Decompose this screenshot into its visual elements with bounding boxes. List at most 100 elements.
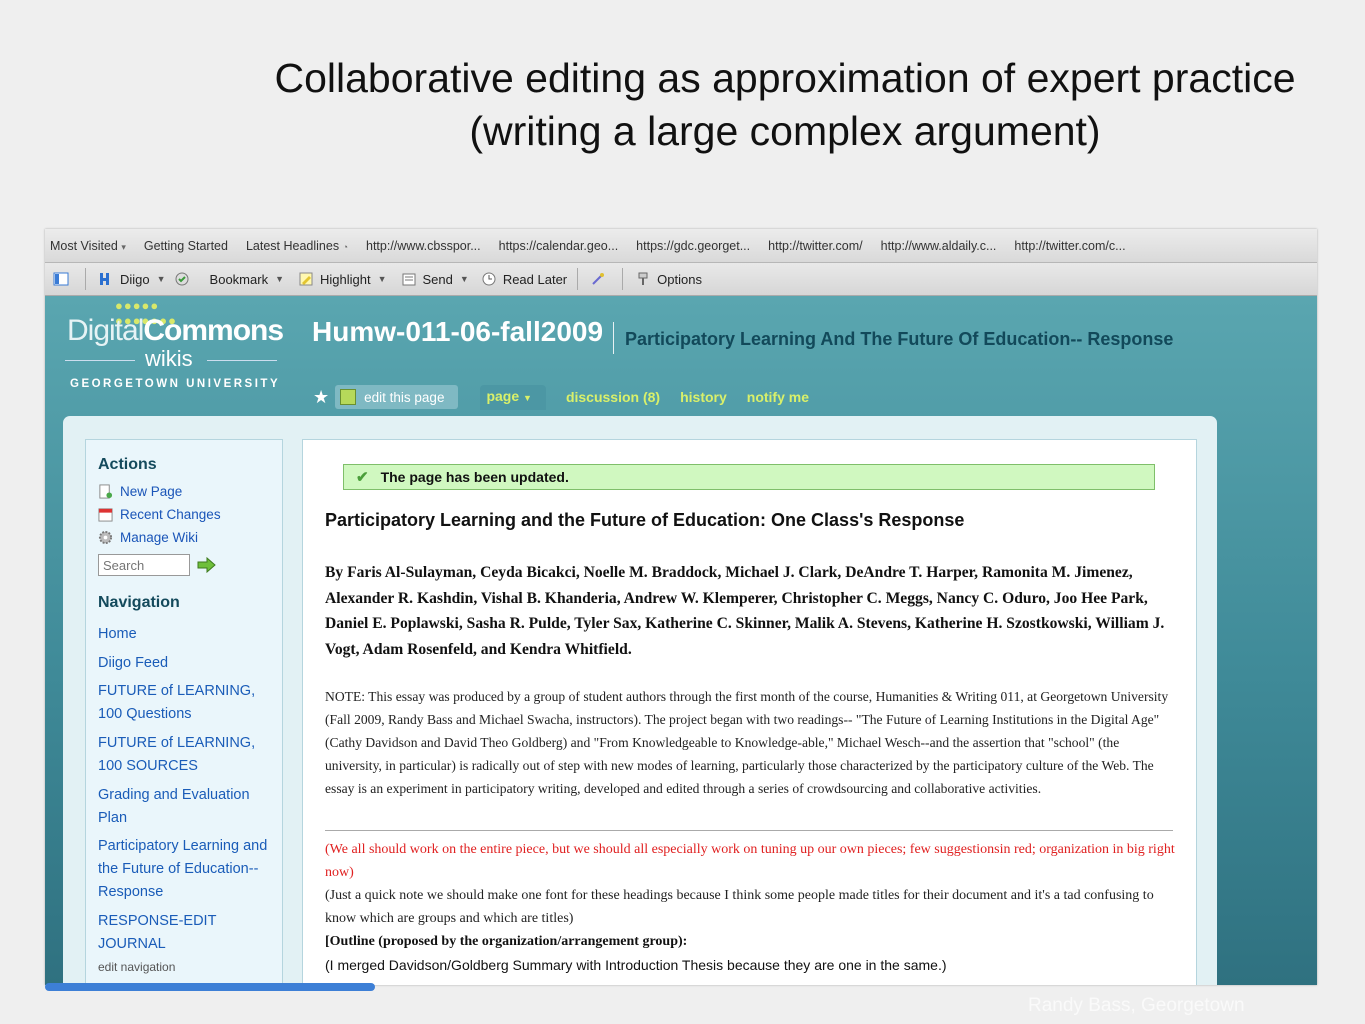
browser-screenshot: Most Visited ▾ Getting Started Latest He… [45, 229, 1317, 985]
tab-notify[interactable]: notify me [747, 389, 809, 405]
actions-heading: Actions [98, 456, 157, 473]
essay-note: NOTE: This essay was produced by a group… [325, 689, 1169, 796]
calendar-icon [98, 508, 113, 522]
logo-wikis: wikis [145, 346, 193, 371]
bookmark-getting-started[interactable]: Getting Started [139, 239, 232, 253]
wand-icon [592, 273, 605, 285]
new-page-link[interactable]: New Page [98, 484, 182, 499]
bookmark-cbssports[interactable]: http://www.cbsspor... [361, 239, 485, 253]
manage-wiki-link[interactable]: Manage Wiki [98, 530, 198, 545]
magic-button[interactable] [590, 271, 612, 287]
logo-digital: Digital [67, 314, 144, 347]
tab-discussion[interactable]: discussion (8) [566, 389, 660, 405]
send-button[interactable]: Send ▼ [401, 271, 469, 287]
red-comment: (We all should work on the entire piece,… [325, 842, 1175, 880]
diigo-toolbar: Diigo ▼ Bookmark ▼ Highlight ▼ Send ▼ Read L… [45, 263, 1317, 296]
sidebar-toggle-button[interactable] [53, 271, 75, 287]
update-notice: ✔ The page has been updated. [343, 464, 1155, 490]
check-icon: ✔ [356, 469, 369, 486]
bookmarks-bar: Most Visited ▾ Getting Started Latest He… [45, 229, 1317, 263]
diigo-logo-icon [100, 273, 109, 285]
notice-text: The page has been updated. [380, 469, 569, 485]
author-list: By Faris Al-Sulayman, Ceyda Bicakci, Noe… [325, 564, 1165, 658]
chevron-down-icon: ▾ [121, 241, 126, 252]
gear-icon [98, 530, 113, 545]
divider [325, 830, 1173, 831]
quick-note: (Just a quick note we should make one fo… [325, 888, 1154, 926]
send-label: Send [422, 271, 453, 287]
sidebar-item-home[interactable]: Home [98, 623, 276, 646]
highlight-button[interactable]: Highlight ▼ [298, 271, 387, 287]
bookmark-calendar[interactable]: https://calendar.geo... [494, 239, 623, 253]
rss-icon: ◔ [342, 241, 348, 252]
sidebar-item-grading[interactable]: Grading and Evaluation Plan [98, 784, 276, 830]
read-later-button[interactable]: Read Later [481, 271, 567, 287]
bookmark-aldaily[interactable]: http://www.aldaily.c... [876, 239, 1001, 253]
bookmark-most-visited[interactable]: Most Visited ▾ [45, 239, 130, 253]
new-page-icon [99, 484, 113, 499]
edit-navigation-link[interactable]: edit navigation [98, 960, 175, 974]
read-later-label: Read Later [502, 271, 568, 287]
bookmark-twitter-2[interactable]: http://twitter.com/c... [1009, 239, 1129, 253]
highlight-label: Highlight [320, 271, 371, 287]
bookmark-latest-headlines[interactable]: Latest Headlines ◔ [241, 239, 352, 253]
search-input[interactable] [98, 554, 190, 576]
edit-page-button[interactable]: edit this page [335, 385, 459, 409]
logo-university: GEORGETOWN UNIVERSITY [70, 378, 281, 390]
logo-commons: Commons [143, 314, 284, 347]
star-icon[interactable]: ★ [313, 387, 329, 408]
slide-credit: Randy Bass, Georgetown [1028, 995, 1245, 1016]
bookmark-icon [175, 272, 189, 286]
bookmark-gdc[interactable]: https://gdc.georget... [631, 239, 754, 253]
send-icon [402, 273, 416, 286]
chevron-down-icon: ▼ [377, 274, 387, 284]
navigation-heading: Navigation [98, 594, 180, 611]
chevron-down-icon: ▼ [156, 274, 166, 284]
horizontal-scrollbar[interactable] [45, 983, 375, 991]
document-title: Participatory Learning and the Future of… [325, 510, 965, 530]
toolbar-divider [85, 268, 86, 290]
sidebar-toggle-icon [53, 272, 69, 286]
clock-icon [482, 272, 496, 286]
chevron-down-icon: ▼ [459, 274, 469, 284]
edit-page-label: edit this page [364, 389, 445, 405]
sidebar-item-diigo-feed[interactable]: Diigo Feed [98, 652, 276, 675]
search-go-icon[interactable] [196, 557, 216, 573]
main-content: ✔ The page has been updated. Participato… [302, 439, 1197, 985]
sidebar-item-100-sources[interactable]: FUTURE of LEARNING, 100 SOURCES [98, 732, 276, 778]
options-label: Options [657, 271, 702, 287]
logo-divider [207, 360, 277, 361]
diigo-label: Diigo [120, 271, 150, 287]
wiki-name[interactable]: Humw-011-06-fall2009 [312, 316, 603, 348]
merged-note: (I merged Davidson/Goldberg Summary with… [325, 957, 947, 973]
sidebar-item-response-edit-journal[interactable]: RESPONSE-EDIT JOURNAL [98, 910, 276, 956]
page-tabs: ★ edit this page page ▼ discussion (8) h… [313, 382, 829, 412]
recent-changes-link[interactable]: Recent Changes [98, 507, 221, 522]
sidebar: Actions New Page Recent Changes Manage W… [85, 439, 283, 985]
options-button[interactable]: Options [635, 271, 702, 287]
digital-commons-logo[interactable]: ●●●●● ●●●●●●● DigitalCommons wikis GEORGE… [65, 296, 285, 396]
outline-heading: [Outline (proposed by the organization/a… [325, 934, 688, 949]
diigo-button[interactable]: Diigo ▼ [98, 271, 166, 287]
edit-icon [340, 389, 357, 405]
wiki-page: ●●●●● ●●●●●●● DigitalCommons wikis GEORGE… [45, 296, 1317, 985]
options-icon [638, 272, 648, 285]
page-title: Participatory Learning And The Future Of… [625, 329, 1174, 349]
bookmark-label: Bookmark [209, 271, 269, 287]
slide-title-line2: (writing a large complex argument) [469, 108, 1101, 154]
slide-title: Collaborative editing as approximation o… [200, 52, 1365, 158]
sidebar-item-participatory-learning[interactable]: Participatory Learning and the Future of… [98, 835, 276, 904]
toolbar-divider [622, 268, 624, 290]
bookmark-twitter[interactable]: http://twitter.com/ [763, 239, 866, 253]
logo-divider [65, 360, 135, 361]
chevron-down-icon: ▼ [275, 274, 284, 284]
bookmark-button[interactable]: Bookmark ▼ [174, 271, 284, 287]
toolbar-divider [577, 268, 579, 290]
sidebar-item-100-questions[interactable]: FUTURE of LEARNING, 100 Questions [98, 680, 276, 726]
highlighter-icon [299, 272, 313, 286]
tab-page[interactable]: page ▼ [480, 384, 546, 410]
chevron-down-icon: ▼ [523, 392, 532, 403]
slide-title-line1: Collaborative editing as approximation o… [274, 55, 1296, 101]
title-divider [613, 322, 614, 354]
tab-history[interactable]: history [680, 389, 727, 405]
